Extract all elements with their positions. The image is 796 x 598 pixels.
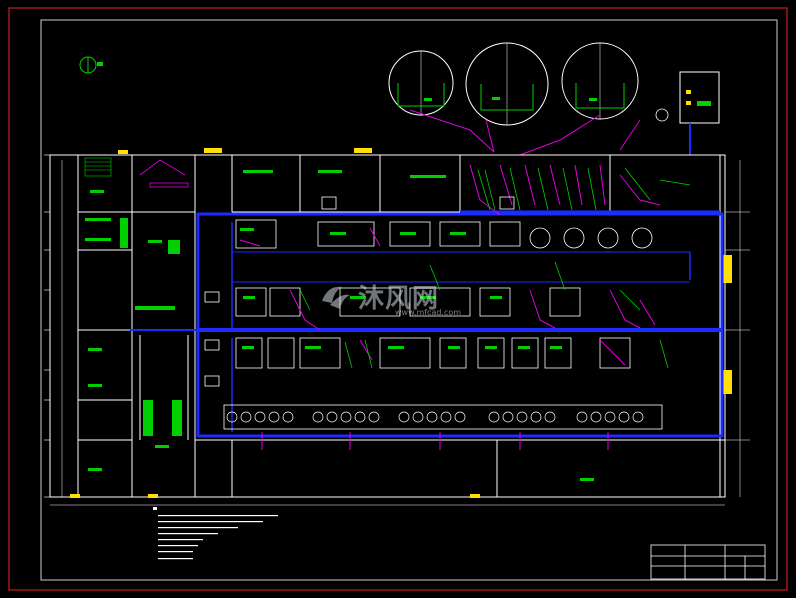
equipment-box — [655, 71, 720, 155]
title-block — [650, 544, 766, 580]
equipment-row-lower — [235, 337, 631, 369]
grid-marks-top — [70, 148, 732, 498]
notes-block — [153, 507, 278, 560]
stairs — [84, 157, 112, 177]
tank-pipes — [409, 109, 641, 156]
tank-1 — [388, 50, 454, 116]
tank-3 — [561, 42, 639, 120]
equipment-labels — [85, 170, 594, 481]
stairs-magenta — [139, 159, 189, 188]
building-walls — [49, 154, 726, 498]
logo-icon — [322, 286, 350, 309]
watermark-url: www.mfcad.com — [395, 308, 462, 317]
filter-strip — [223, 404, 663, 450]
grid-ticks-left — [44, 154, 750, 498]
process-pipes — [239, 164, 661, 366]
tank-2 — [465, 42, 549, 126]
equipment-row-upper — [235, 219, 653, 249]
north-arrow-icon — [79, 56, 103, 74]
